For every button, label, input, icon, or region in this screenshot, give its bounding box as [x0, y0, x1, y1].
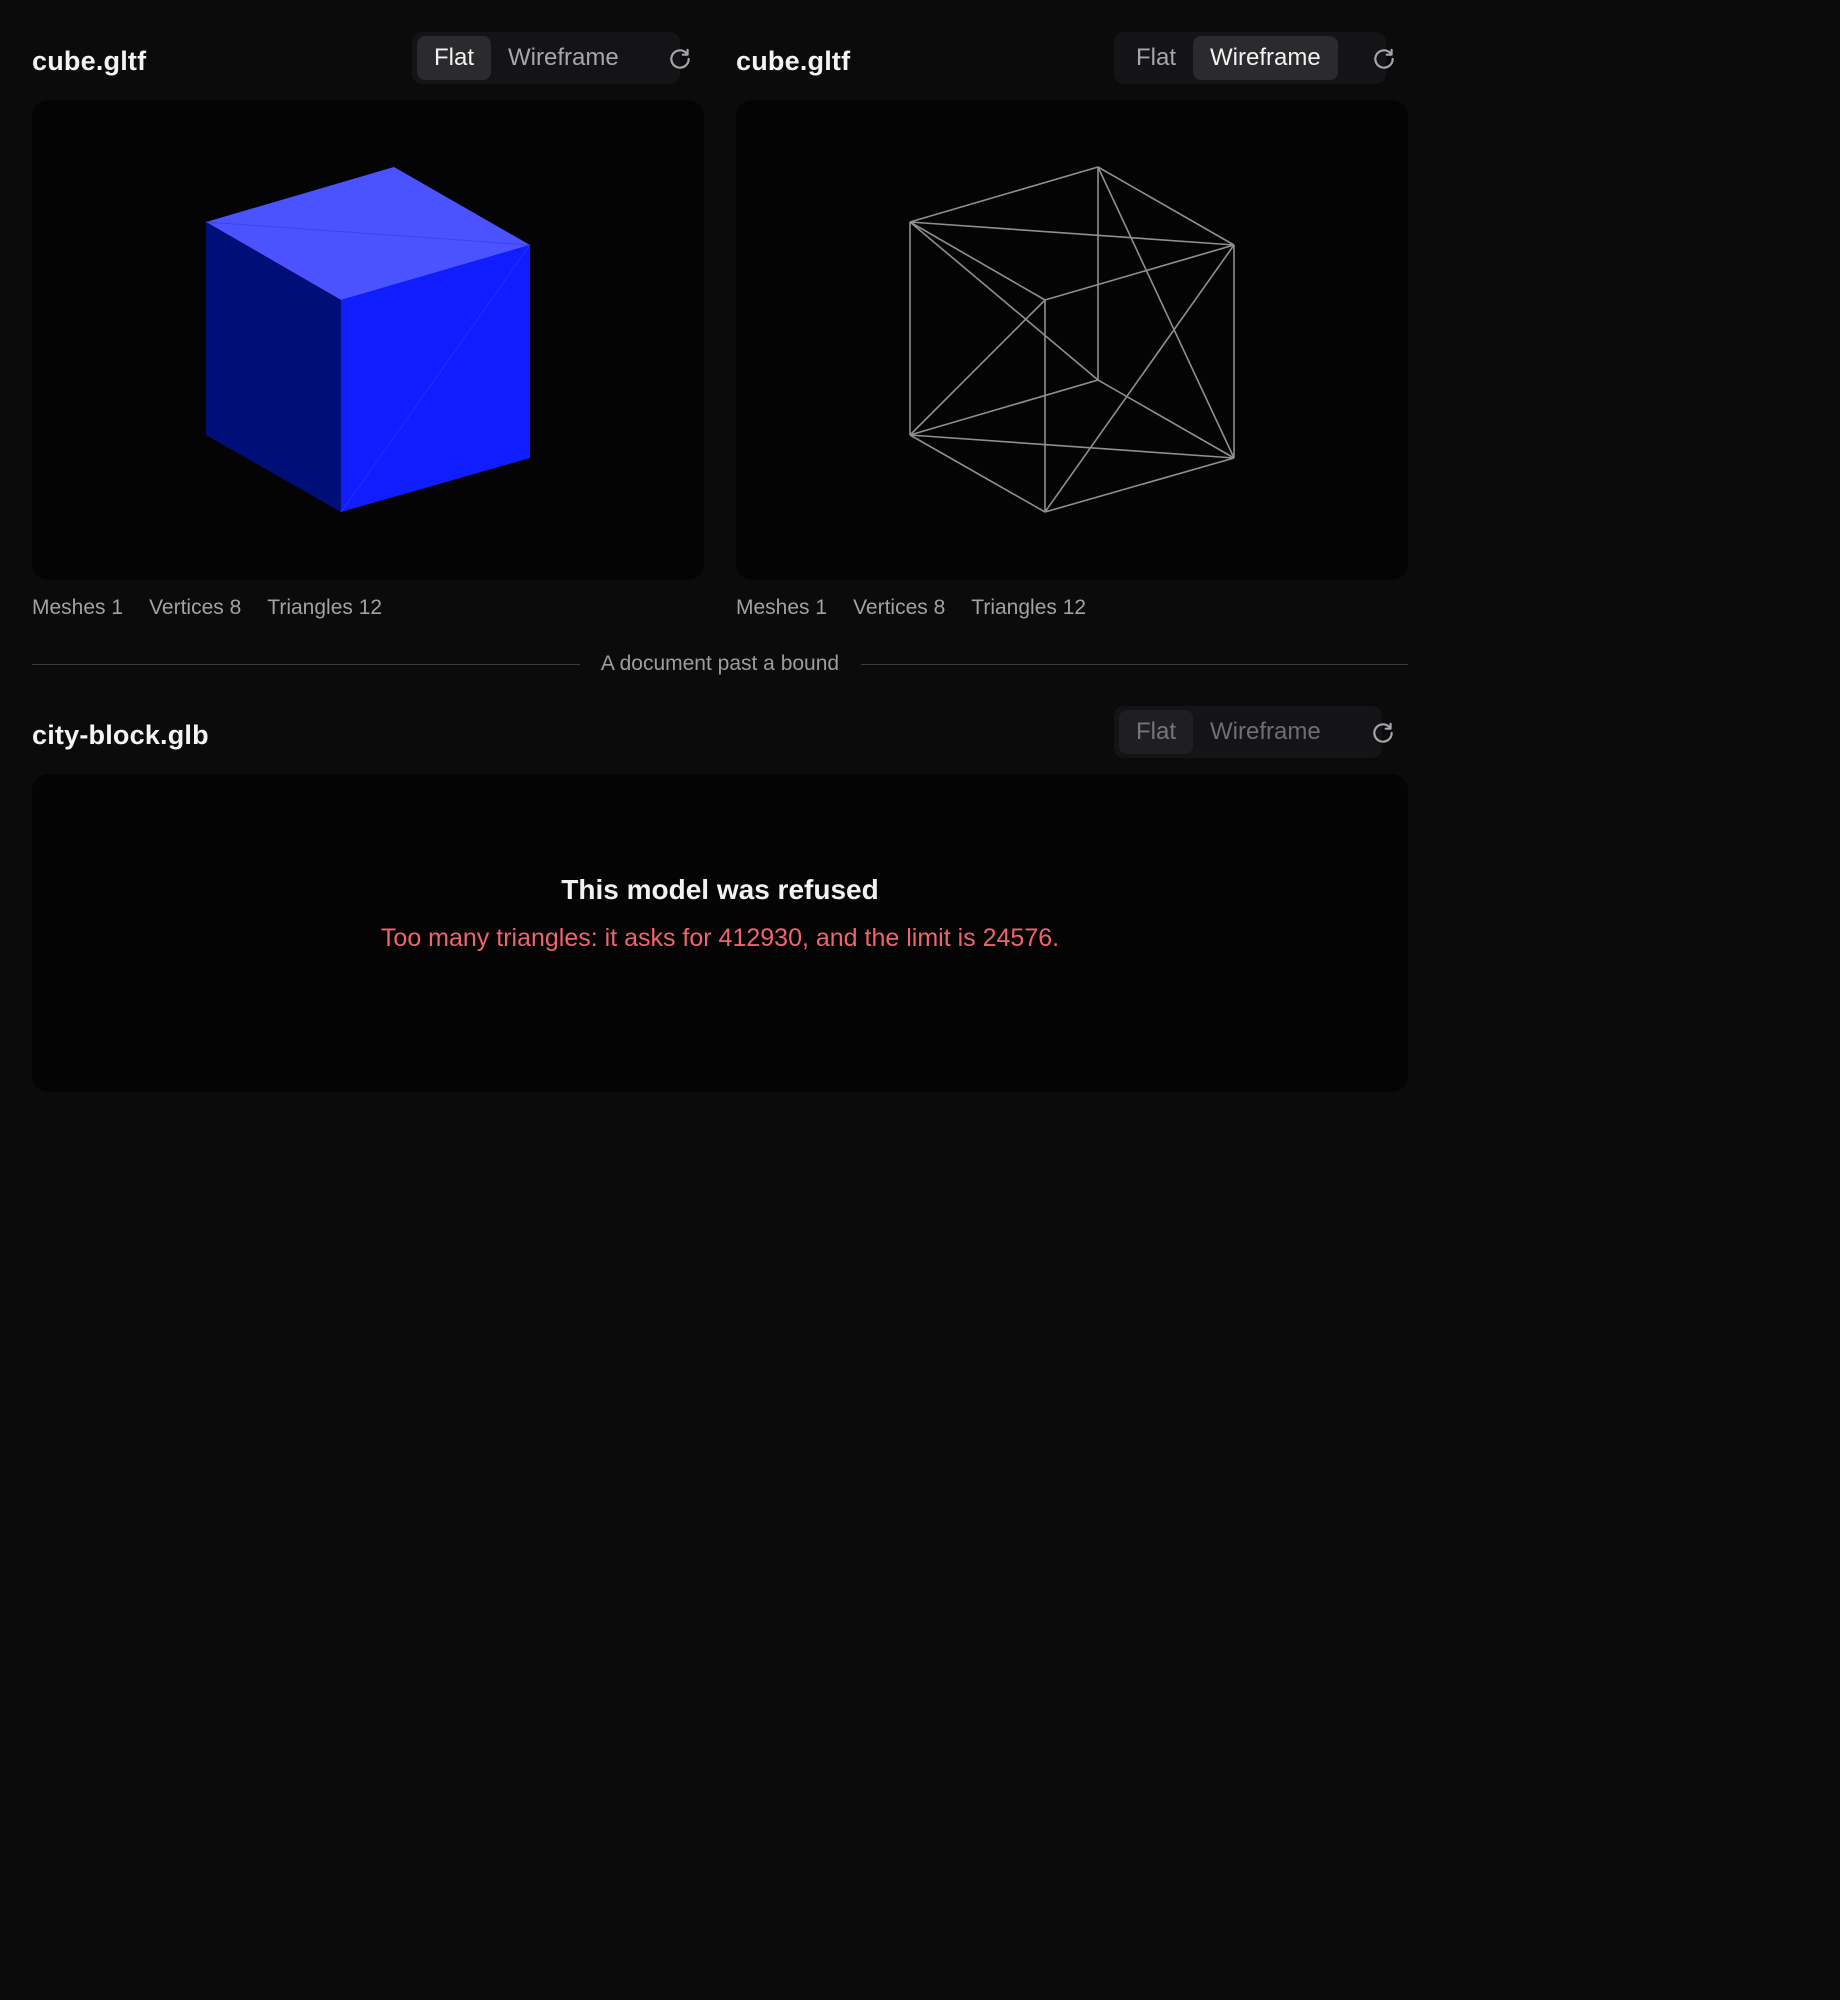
reload-icon[interactable] — [667, 46, 693, 72]
panel-header: city-block.glb Flat Wireframe — [32, 706, 1408, 764]
viewer-panel-refused: city-block.glb Flat Wireframe This model… — [32, 706, 1408, 1096]
model-stats: Meshes 1 Vertices 8 Triangles 12 — [32, 596, 382, 620]
panel-filename: cube.gltf — [736, 46, 851, 76]
viewer-panel-wireframe: cube.gltf Flat Wireframe Meshes 1 Vertic… — [736, 32, 1408, 632]
render-mode-toggle: Flat Wireframe — [1114, 706, 1382, 758]
divider-label: A document past a bound — [600, 652, 840, 675]
render-mode-toggle: Flat Wireframe — [1114, 32, 1386, 84]
wire-diagonal — [909, 434, 1235, 459]
reload-icon[interactable] — [1370, 720, 1396, 746]
wire-diagonal — [909, 221, 1099, 381]
wire-edge — [1044, 244, 1235, 301]
wire-edge — [909, 221, 1046, 301]
wireframe-render — [909, 166, 1235, 513]
section-divider: A document past a bound — [32, 652, 1408, 678]
stat-meshes: Meshes 1 — [736, 596, 828, 619]
wireframe-mode-button[interactable]: Wireframe — [491, 36, 636, 80]
model-stats: Meshes 1 Vertices 8 Triangles 12 — [736, 596, 1086, 620]
viewer-panel-flat: cube.gltf Flat Wireframe Meshes 1 Vertic… — [32, 32, 704, 632]
panel-filename: city-block.glb — [32, 720, 209, 750]
flat-mode-button[interactable]: Flat — [1119, 710, 1194, 754]
panel-filename: cube.gltf — [32, 46, 147, 76]
wireframe-mode-button[interactable]: Wireframe — [1193, 36, 1338, 80]
flat-mode-button[interactable]: Flat — [417, 36, 492, 80]
wire-edge — [1044, 457, 1235, 513]
wire-edge — [909, 434, 1046, 513]
stat-triangles: Triangles 12 — [971, 596, 1087, 619]
stat-vertices: Vertices 8 — [853, 596, 946, 619]
wire-edge — [1097, 379, 1235, 459]
wire-diagonal — [909, 221, 1235, 246]
app-root: cube.gltf Flat Wireframe Meshes 1 Vertic… — [0, 0, 1840, 2000]
render-mode-toggle: Flat Wireframe — [412, 32, 680, 84]
wire-diagonal — [1044, 244, 1235, 513]
panel-header: cube.gltf Flat Wireframe — [32, 32, 704, 90]
wire-diagonal — [1097, 166, 1235, 459]
wire-edge — [1097, 166, 1235, 246]
stat-triangles: Triangles 12 — [267, 596, 383, 619]
wire-edge — [909, 166, 1099, 223]
cube-render — [205, 167, 531, 513]
panel-header: cube.gltf Flat Wireframe — [736, 32, 1408, 90]
wireframe-mode-button[interactable]: Wireframe — [1193, 710, 1338, 754]
error-title: This model was refused — [561, 874, 879, 905]
stat-vertices: Vertices 8 — [149, 596, 242, 619]
error-message: Too many triangles: it asks for 412930, … — [380, 924, 1060, 952]
flat-mode-button[interactable]: Flat — [1119, 36, 1193, 80]
model-viewport-error: This model was refused Too many triangle… — [32, 774, 1408, 1092]
stat-meshes: Meshes 1 — [32, 596, 124, 619]
reload-icon[interactable] — [1371, 46, 1397, 72]
model-viewport[interactable] — [736, 100, 1408, 580]
model-viewport[interactable] — [32, 100, 704, 580]
